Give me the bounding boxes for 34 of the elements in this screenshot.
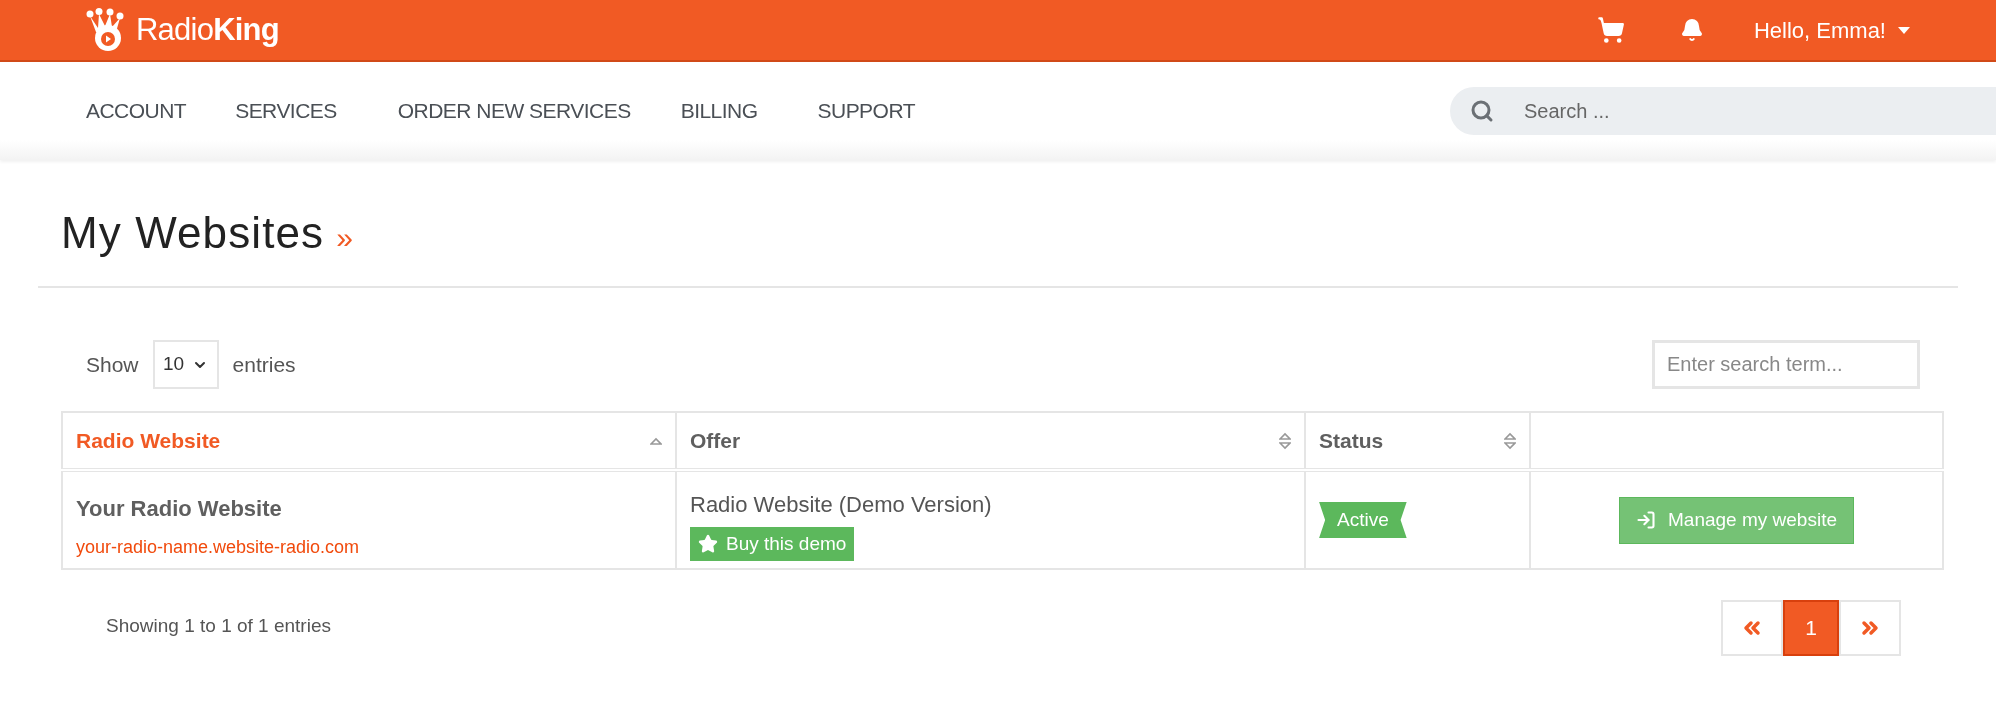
sort-icon[interactable]: [1504, 431, 1516, 450]
nav-link[interactable]: ORDER NEW SERVICES: [397, 95, 631, 127]
show-label: Show: [86, 351, 139, 378]
column-header[interactable]: Radio Website: [62, 412, 676, 470]
status-ribbon: Active: [1319, 501, 1407, 539]
offer-name: Radio Website (Demo Version): [690, 491, 993, 519]
sort-ascending-icon[interactable]: [650, 436, 662, 445]
user-menu[interactable]: Hello, Emma!: [1753, 13, 1910, 47]
column-header[interactable]: Offer: [676, 412, 1305, 470]
sort-icon[interactable]: [1279, 431, 1291, 450]
star-icon: [698, 534, 718, 554]
site-search-field[interactable]: Search ...: [1450, 87, 1996, 135]
website-url-link[interactable]: your-radio-name.website-radio.com: [76, 534, 662, 561]
nav-link[interactable]: ACCOUNT: [86, 95, 187, 127]
website-name: Your Radio Website: [76, 495, 283, 523]
sign-in-icon: [1636, 510, 1656, 530]
search-icon: [1470, 99, 1494, 123]
caret-icon: [1898, 26, 1910, 34]
page-title: My Websites: [61, 207, 325, 259]
nav-link[interactable]: SERVICES: [235, 95, 337, 127]
entries-label: entries: [232, 351, 296, 378]
entries-info: Showing 1 to 1 of 1 entries: [106, 614, 331, 638]
cart-icon[interactable]: [1596, 16, 1625, 44]
nav-link[interactable]: SUPPORT: [817, 95, 915, 127]
brand-logo[interactable]: RadioKing: [136, 6, 279, 54]
column-header[interactable]: Status: [1305, 412, 1530, 470]
notification-bell-icon[interactable]: [1679, 18, 1704, 42]
nav-link[interactable]: BILLING: [680, 95, 758, 127]
title-mark: »: [336, 220, 353, 256]
next-page-button[interactable]: [1839, 600, 1901, 656]
table-filter-field[interactable]: Enter search term...: [1652, 340, 1920, 389]
page-size-select[interactable]: 10: [152, 340, 219, 389]
previous-page-button[interactable]: [1721, 600, 1783, 656]
page-number-button[interactable]: 1: [1783, 600, 1839, 656]
